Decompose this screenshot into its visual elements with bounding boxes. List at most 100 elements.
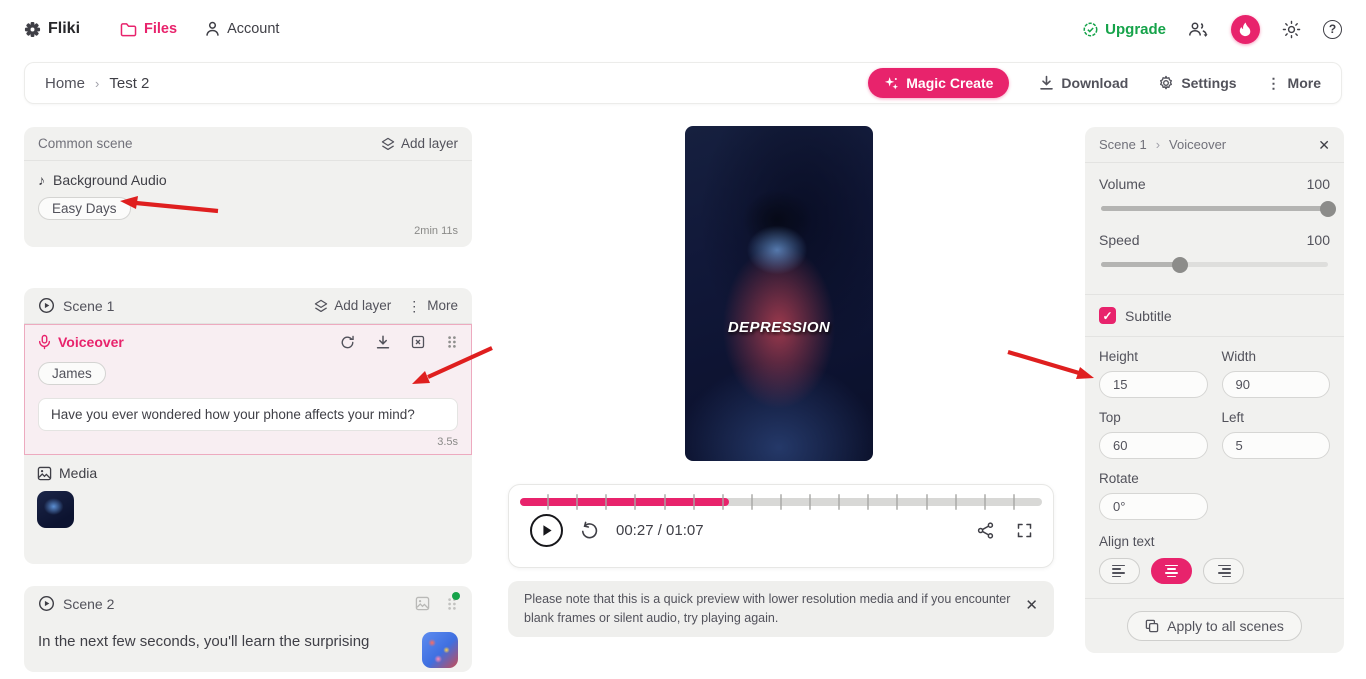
inspector-close-icon[interactable]: ✕ [1318, 138, 1330, 152]
rotate-label: Rotate [1099, 471, 1139, 486]
inspector-scene-crumb[interactable]: Scene 1 [1099, 137, 1147, 152]
video-preview[interactable]: DEPRESSION [685, 126, 873, 461]
height-input[interactable] [1099, 371, 1208, 398]
sparkles-icon [884, 76, 899, 91]
voice-chip[interactable]: James [38, 362, 106, 385]
scene2-card: Scene 2 In the next few seconds, you'll … [24, 586, 472, 672]
brand-name: Fliki [48, 20, 81, 37]
media-thumbnail[interactable] [37, 491, 74, 528]
timeline-progress [520, 498, 729, 506]
help-button[interactable]: ? [1323, 19, 1342, 39]
layers-icon [314, 299, 328, 313]
microphone-icon [38, 334, 51, 350]
gear-icon [1158, 75, 1174, 91]
scene-status-dot [452, 592, 460, 600]
common-scene-card: Common scene Add layer ♪ Background Audi… [24, 127, 472, 247]
align-right-icon [1218, 564, 1231, 567]
top-label: Top [1099, 410, 1121, 425]
speed-label: Speed [1099, 232, 1140, 248]
fullscreen-icon[interactable] [1017, 523, 1032, 538]
align-left-button[interactable] [1099, 558, 1140, 584]
magic-create-label: Magic Create [906, 75, 994, 91]
settings-label: Settings [1181, 75, 1237, 91]
common-add-layer-label: Add layer [400, 136, 458, 151]
voiceover-script-input[interactable] [38, 398, 458, 431]
media-layer[interactable]: Media [24, 455, 472, 538]
magic-create-button[interactable]: Magic Create [868, 68, 1010, 98]
settings-button[interactable]: Settings [1158, 75, 1237, 91]
download-button[interactable]: Download [1039, 75, 1128, 91]
scene2-image-icon[interactable] [415, 596, 430, 611]
image-icon [37, 466, 52, 481]
team-members-button[interactable] [1188, 21, 1209, 38]
more-label: More [1287, 75, 1321, 91]
subtitle-label: Subtitle [1125, 307, 1172, 324]
voiceover-inspector-panel: Scene 1 › Voiceover ✕ Volume 100 Speed 1… [1085, 127, 1344, 653]
restart-button[interactable] [580, 521, 599, 540]
volume-slider[interactable] [1101, 200, 1336, 217]
sun-icon [1282, 20, 1301, 39]
inspector-layer-crumb: Voiceover [1169, 137, 1227, 152]
credits-button[interactable] [1231, 14, 1260, 44]
background-audio-label: Background Audio [53, 172, 167, 188]
regenerate-voiceover-icon[interactable] [340, 335, 355, 350]
nav-account-label: Account [227, 21, 280, 37]
playback-bar: 00:27 / 01:07 [508, 484, 1054, 568]
scene1-title: Scene 1 [63, 297, 115, 314]
download-voiceover-icon[interactable] [376, 334, 390, 350]
left-label: Left [1221, 410, 1245, 425]
scene1-more-button[interactable]: ⋮ More [407, 298, 458, 313]
audio-track-chip[interactable]: Easy Days [38, 197, 131, 220]
breadcrumb-home[interactable]: Home [45, 75, 85, 92]
share-icon[interactable] [977, 521, 994, 539]
copy-icon [1145, 619, 1159, 633]
top-nav: Fliki Files Account Upgrade ? [0, 0, 1366, 58]
align-right-button[interactable] [1203, 558, 1244, 584]
volume-slider-thumb[interactable] [1320, 200, 1336, 217]
project-toolbar: Home › Test 2 Magic Create Download Sett… [24, 62, 1342, 104]
help-icon: ? [1323, 19, 1342, 39]
scene2-thumbnail[interactable] [422, 632, 458, 668]
voiceover-label: Voiceover [58, 334, 124, 350]
breadcrumb: Home › Test 2 [45, 75, 149, 92]
common-add-layer-button[interactable]: Add layer [381, 136, 458, 151]
subtitle-checkbox[interactable]: ✓ [1099, 307, 1116, 324]
media-label: Media [59, 465, 98, 481]
scene2-script-text[interactable]: In the next few seconds, you'll learn th… [38, 632, 412, 652]
left-input[interactable] [1221, 432, 1330, 459]
volume-label: Volume [1099, 176, 1146, 192]
nav-files[interactable]: Files [120, 21, 177, 37]
background-audio-layer[interactable]: ♪ Background Audio [38, 172, 458, 188]
common-scene-title: Common scene [38, 136, 133, 151]
speed-slider[interactable] [1101, 256, 1328, 273]
layers-icon [381, 137, 395, 151]
nav-account[interactable]: Account [205, 21, 279, 37]
apply-to-all-scenes-button[interactable]: Apply to all scenes [1127, 611, 1302, 641]
delete-layer-icon[interactable] [411, 335, 425, 349]
scene1-add-layer-button[interactable]: Add layer [314, 298, 391, 313]
upgrade-button[interactable]: Upgrade [1082, 21, 1166, 38]
play-button[interactable] [530, 513, 563, 547]
more-button[interactable]: ⋮ More [1267, 75, 1321, 91]
volume-slider-fill [1101, 206, 1328, 211]
time-display: 00:27 / 01:07 [616, 521, 704, 539]
fliki-logo[interactable]: Fliki [24, 20, 80, 38]
rotate-input[interactable] [1099, 493, 1208, 520]
preview-notice: Please note that this is a quick preview… [508, 581, 1054, 637]
width-input[interactable] [1221, 371, 1330, 398]
scene2-title: Scene 2 [63, 595, 115, 612]
notice-close-icon[interactable]: ✕ [1025, 590, 1038, 613]
timeline-scrubber[interactable] [520, 494, 1042, 510]
speed-slider-thumb[interactable] [1172, 256, 1189, 273]
theme-toggle-button[interactable] [1282, 20, 1301, 39]
align-center-button[interactable] [1151, 558, 1192, 584]
top-input[interactable] [1099, 432, 1208, 459]
scene1-more-label: More [427, 298, 458, 313]
kebab-icon: ⋮ [407, 297, 422, 314]
users-icon [1188, 21, 1209, 38]
gear-logo-icon [24, 21, 41, 38]
download-icon [1039, 75, 1054, 91]
flame-icon [1239, 21, 1252, 37]
drag-handle-icon[interactable] [446, 335, 458, 349]
voiceover-layer[interactable]: Voiceover James 3.5s [24, 324, 472, 455]
